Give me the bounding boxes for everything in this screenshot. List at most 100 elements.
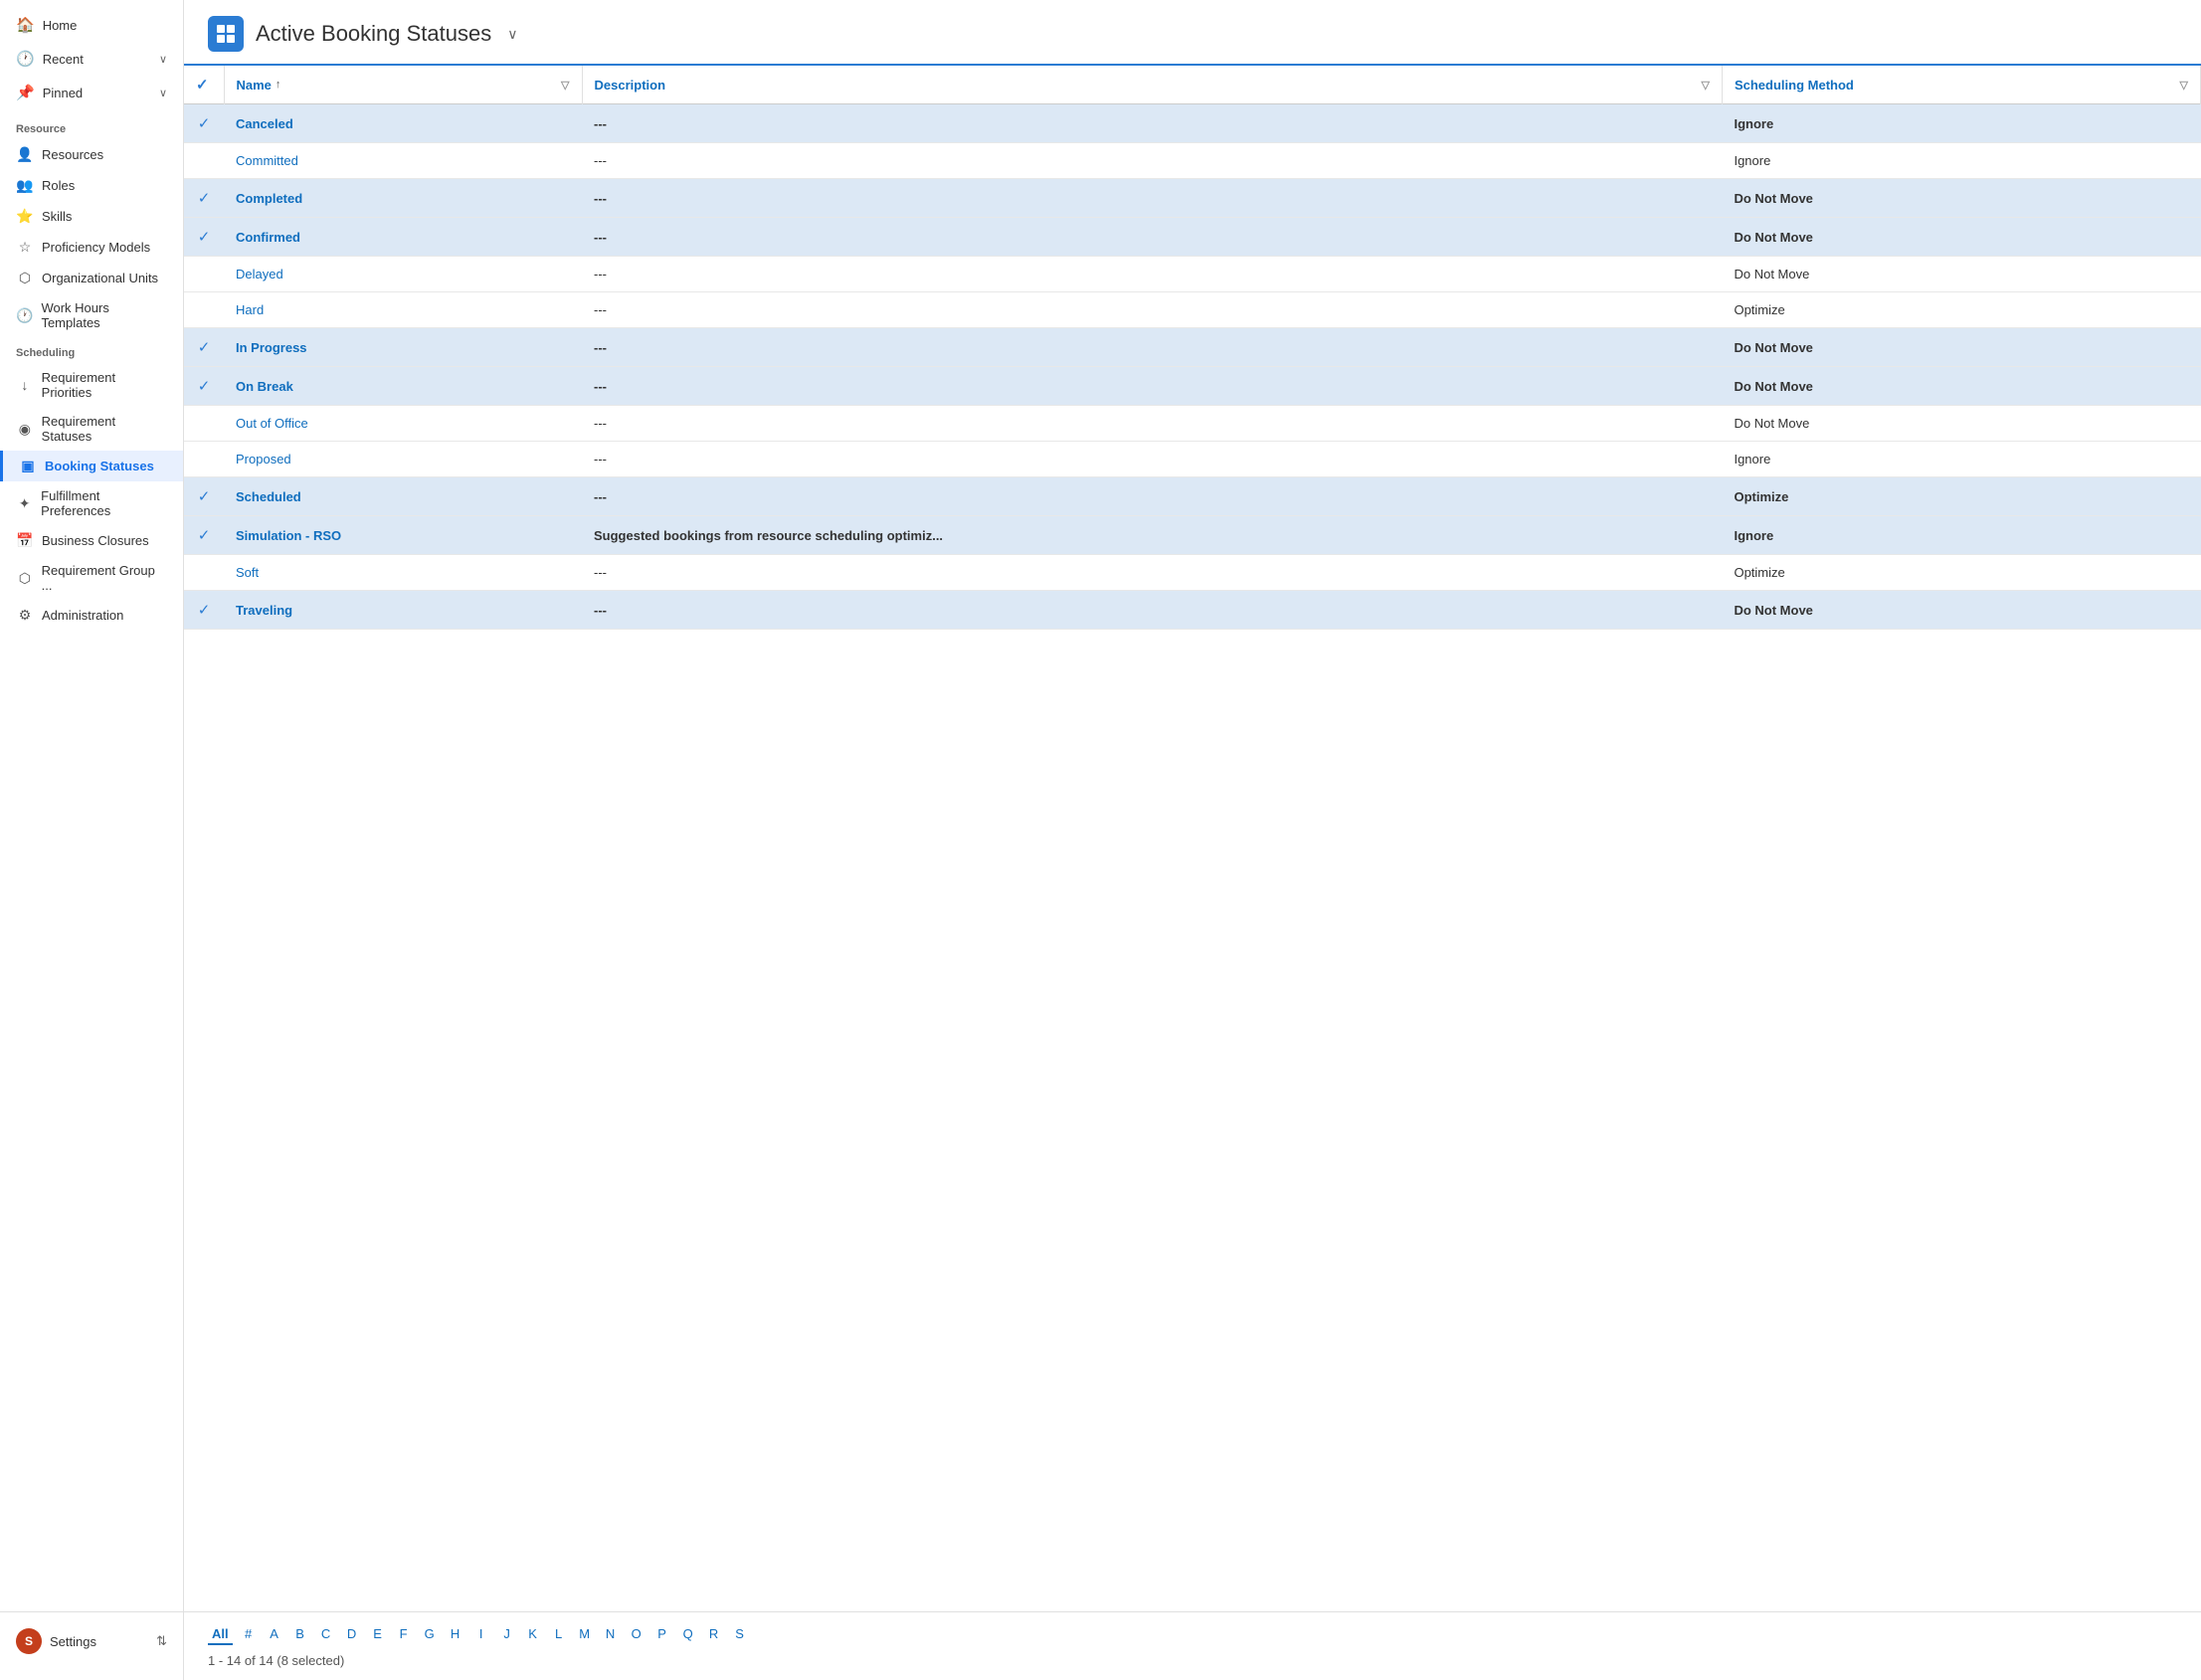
table-row[interactable]: Hard---Optimize — [184, 292, 2201, 328]
alpha-item-e[interactable]: E — [368, 1624, 388, 1645]
select-all-checkbox[interactable]: ✓ — [196, 77, 209, 93]
alpha-item-g[interactable]: G — [420, 1624, 440, 1645]
alpha-item-k[interactable]: K — [523, 1624, 543, 1645]
table-row[interactable]: ✓In Progress---Do Not Move — [184, 328, 2201, 367]
row-scheduling-method: Optimize — [1722, 292, 2200, 328]
alpha-item-a[interactable]: A — [265, 1624, 284, 1645]
sidebar-item-label: Proficiency Models — [42, 240, 150, 255]
page-title-chevron[interactable]: ∨ — [507, 26, 517, 43]
alpha-item-i[interactable]: I — [471, 1624, 491, 1645]
row-checkbox[interactable] — [184, 406, 224, 442]
row-name[interactable]: Soft — [224, 555, 582, 591]
row-name[interactable]: On Break — [224, 367, 582, 406]
alpha-item-p[interactable]: P — [652, 1624, 672, 1645]
sidebar-item-req-statuses[interactable]: ◉ Requirement Statuses — [0, 407, 183, 451]
row-checkbox[interactable]: ✓ — [184, 104, 224, 143]
sidebar-item-fulfillment-prefs[interactable]: ✦ Fulfillment Preferences — [0, 481, 183, 525]
alpha-item-j[interactable]: J — [497, 1624, 517, 1645]
org-units-icon: ⬡ — [16, 270, 34, 286]
col-header-scheduling_method[interactable]: Scheduling Method ▽ — [1722, 66, 2200, 104]
alpha-item-c[interactable]: C — [316, 1624, 336, 1645]
alpha-item-r[interactable]: R — [704, 1624, 724, 1645]
alpha-item-l[interactable]: L — [549, 1624, 569, 1645]
row-checkbox[interactable] — [184, 555, 224, 591]
row-name[interactable]: Confirmed — [224, 218, 582, 257]
row-checkbox[interactable]: ✓ — [184, 328, 224, 367]
sidebar-item-roles[interactable]: 👥 Roles — [0, 170, 183, 201]
row-checkbox[interactable] — [184, 257, 224, 292]
sidebar-item-proficiency-models[interactable]: ☆ Proficiency Models — [0, 232, 183, 263]
table-row[interactable]: ✓Simulation - RSOSuggested bookings from… — [184, 516, 2201, 555]
row-name[interactable]: Committed — [224, 143, 582, 179]
home-icon: 🏠 — [16, 16, 35, 34]
row-checkbox[interactable]: ✓ — [184, 591, 224, 630]
row-name[interactable]: Delayed — [224, 257, 582, 292]
row-name[interactable]: Proposed — [224, 442, 582, 477]
sidebar-item-resources[interactable]: 👤 Resources — [0, 139, 183, 170]
table-row[interactable]: ✓Confirmed---Do Not Move — [184, 218, 2201, 257]
table-row[interactable]: ✓Traveling---Do Not Move — [184, 591, 2201, 630]
row-name[interactable]: Out of Office — [224, 406, 582, 442]
filter-icon[interactable]: ▽ — [1702, 79, 1710, 92]
row-description: --- — [582, 328, 1722, 367]
row-name[interactable]: In Progress — [224, 328, 582, 367]
sidebar-item-req-priorities[interactable]: ↓ Requirement Priorities — [0, 363, 183, 407]
alpha-item-h[interactable]: H — [446, 1624, 465, 1645]
row-name[interactable]: Scheduled — [224, 477, 582, 516]
table-row[interactable]: Out of Office---Do Not Move — [184, 406, 2201, 442]
row-name[interactable]: Canceled — [224, 104, 582, 143]
row-checkbox[interactable] — [184, 292, 224, 328]
alpha-item-f[interactable]: F — [394, 1624, 414, 1645]
row-checkbox[interactable]: ✓ — [184, 179, 224, 218]
sidebar-item-req-group[interactable]: ⬡ Requirement Group ... — [0, 556, 183, 600]
row-checkbox[interactable]: ✓ — [184, 516, 224, 555]
table-row[interactable]: ✓Completed---Do Not Move — [184, 179, 2201, 218]
sidebar-nav-home[interactable]: 🏠 Home — [0, 8, 183, 42]
table-row[interactable]: Delayed---Do Not Move — [184, 257, 2201, 292]
filter-icon[interactable]: ▽ — [561, 79, 569, 92]
alpha-item-#[interactable]: # — [239, 1624, 259, 1645]
row-name[interactable]: Traveling — [224, 591, 582, 630]
row-name[interactable]: Hard — [224, 292, 582, 328]
sidebar-item-administration[interactable]: ⚙ Administration — [0, 600, 183, 631]
table-row[interactable]: Soft---Optimize — [184, 555, 2201, 591]
col-header-name[interactable]: Name ↑▽ — [224, 66, 582, 104]
sidebar-item-org-units[interactable]: ⬡ Organizational Units — [0, 263, 183, 293]
alpha-item-n[interactable]: N — [601, 1624, 621, 1645]
chevron-icon: ∨ — [159, 53, 167, 66]
table-body: ✓Canceled---IgnoreCommitted---Ignore✓Com… — [184, 104, 2201, 630]
col-header-description[interactable]: Description ▽ — [582, 66, 1722, 104]
sidebar-item-business-closures[interactable]: 📅 Business Closures — [0, 525, 183, 556]
alpha-item-all[interactable]: All — [208, 1624, 233, 1645]
row-checkbox[interactable] — [184, 143, 224, 179]
sidebar-item-work-hours[interactable]: 🕐 Work Hours Templates — [0, 293, 183, 337]
alpha-item-s[interactable]: S — [730, 1624, 750, 1645]
alpha-item-q[interactable]: Q — [678, 1624, 698, 1645]
alpha-item-d[interactable]: D — [342, 1624, 362, 1645]
row-checkbox[interactable]: ✓ — [184, 218, 224, 257]
sidebar-sections: Resource👤 Resources👥 Roles⭐ Skills☆ Prof… — [0, 113, 183, 631]
section-label-resource: Resource — [0, 113, 183, 139]
sidebar-nav-recent[interactable]: 🕐 Recent ∨ — [0, 42, 183, 76]
table-row[interactable]: Proposed---Ignore — [184, 442, 2201, 477]
table-row[interactable]: ✓On Break---Do Not Move — [184, 367, 2201, 406]
row-name[interactable]: Simulation - RSO — [224, 516, 582, 555]
sidebar-item-label: Requirement Statuses — [42, 414, 167, 444]
row-name[interactable]: Completed — [224, 179, 582, 218]
table-row[interactable]: ✓Canceled---Ignore — [184, 104, 2201, 143]
row-checkbox[interactable]: ✓ — [184, 477, 224, 516]
filter-icon[interactable]: ▽ — [2180, 79, 2188, 92]
alpha-item-o[interactable]: O — [627, 1624, 646, 1645]
alpha-item-b[interactable]: B — [290, 1624, 310, 1645]
table-row[interactable]: ✓Scheduled---Optimize — [184, 477, 2201, 516]
sidebar-nav-pinned[interactable]: 📌 Pinned ∨ — [0, 76, 183, 109]
row-checkbox[interactable]: ✓ — [184, 367, 224, 406]
sidebar-item-skills[interactable]: ⭐ Skills — [0, 201, 183, 232]
alpha-item-m[interactable]: M — [575, 1624, 595, 1645]
table-row[interactable]: Committed---Ignore — [184, 143, 2201, 179]
settings-item[interactable]: S Settings ⇅ — [0, 1620, 183, 1662]
sidebar-item-booking-statuses[interactable]: ▣ Booking Statuses — [0, 451, 183, 481]
row-checkbox[interactable] — [184, 442, 224, 477]
main-content: Active Booking Statuses ∨ ✓ Name ↑▽ Desc… — [184, 0, 2201, 1680]
sort-icon[interactable]: ↑ — [275, 79, 281, 91]
